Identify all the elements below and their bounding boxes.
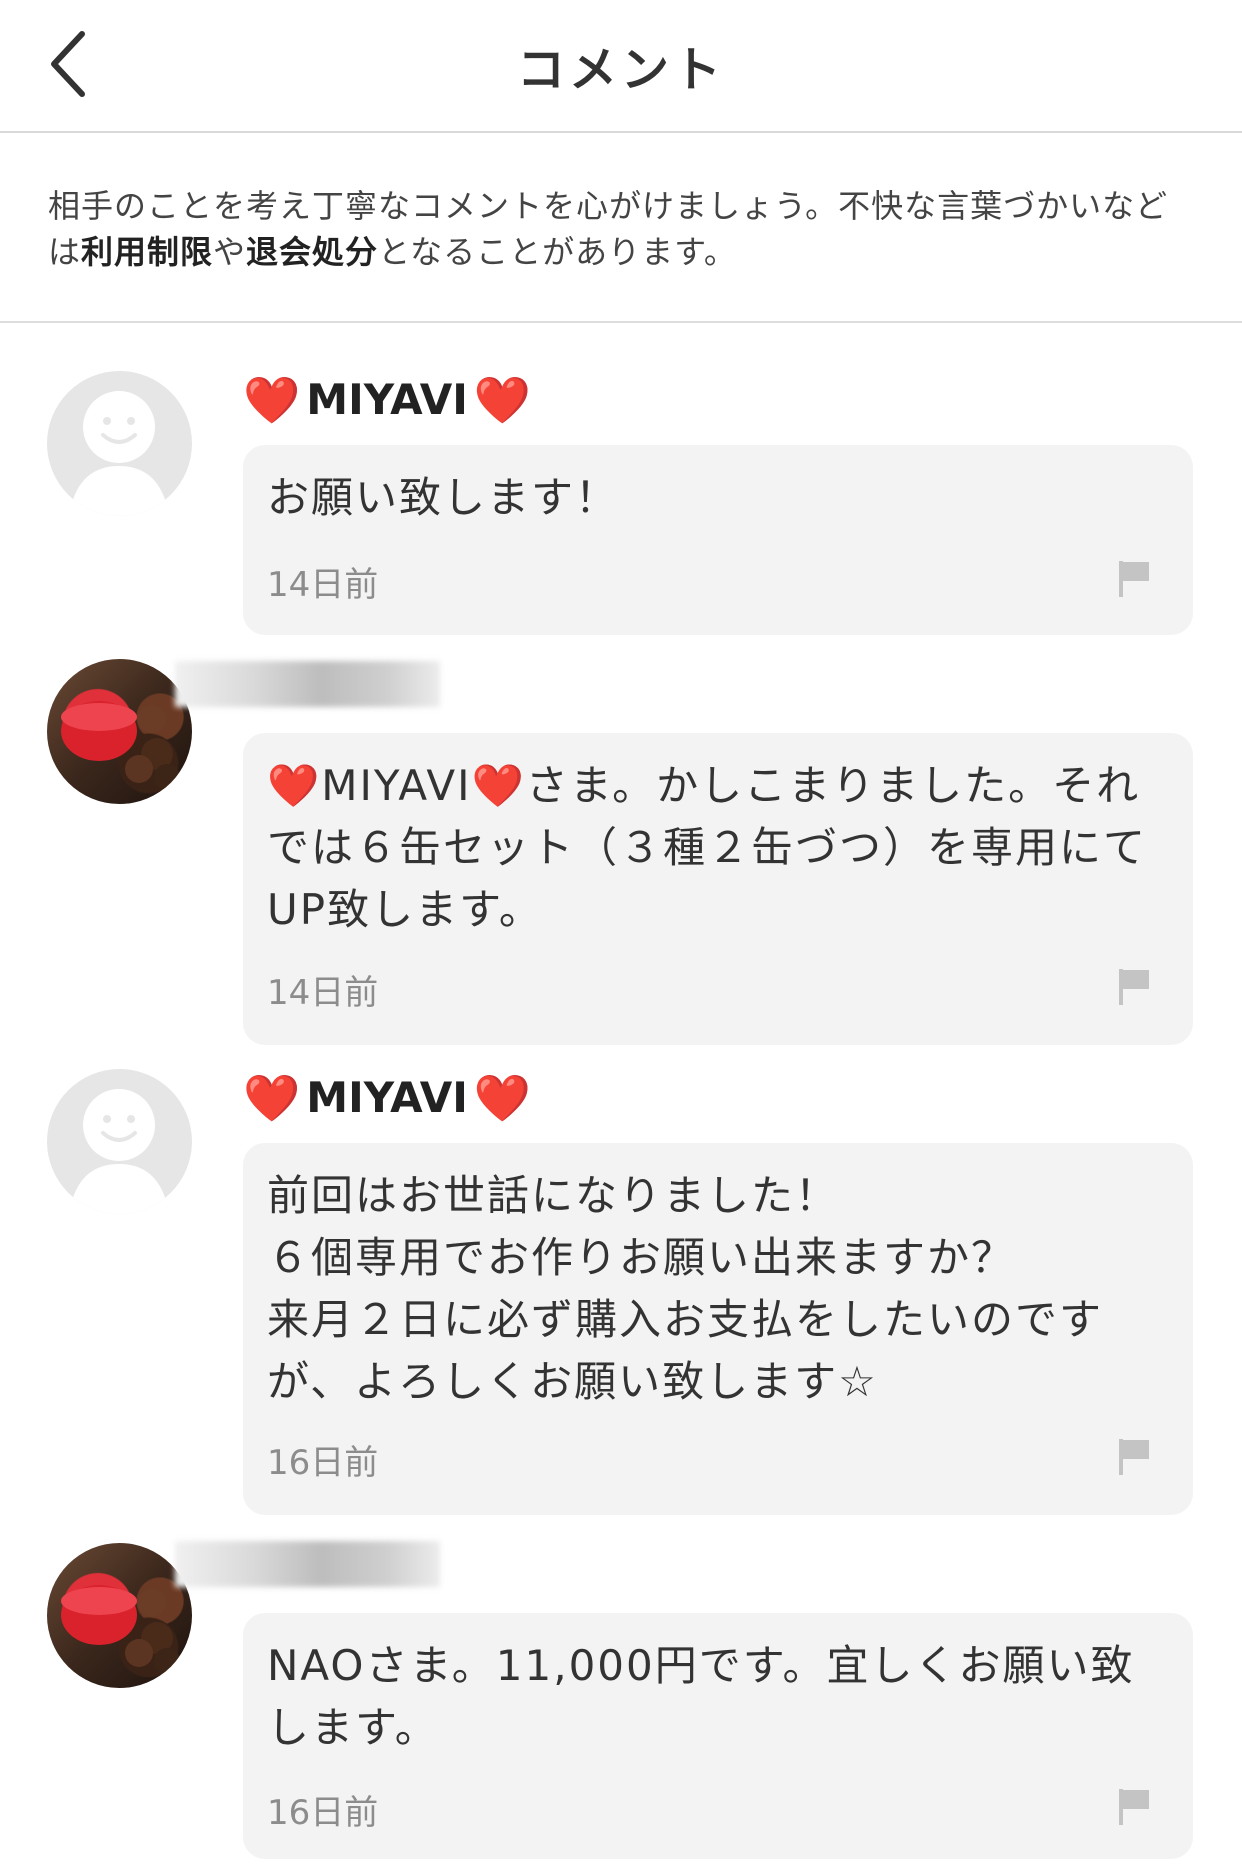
notice-banner: 相手のことを考え丁寧なコメントを心がけましょう。不快な言葉づかいなどは利用制限や… bbox=[0, 133, 1242, 323]
avatar[interactable] bbox=[47, 659, 192, 804]
comment-screen: コメント 相手のことを考え丁寧なコメントを心がけましょう。不快な言葉づかいなどは… bbox=[0, 0, 1242, 1871]
notice-text-part2: や bbox=[213, 233, 247, 271]
flag-icon bbox=[1119, 1789, 1149, 1825]
header-bar: コメント bbox=[0, 0, 1242, 133]
heart-icon: ❤️ bbox=[243, 372, 301, 427]
cake-photo bbox=[61, 1585, 180, 1674]
comment-list: ❤️ MIYAVI ❤️ お願い致します！ 14日前 ❤️MIYAVI❤️さま。… bbox=[0, 323, 1242, 1871]
report-flag-button[interactable] bbox=[1117, 967, 1153, 1007]
heart-icon: ❤️ bbox=[243, 1070, 301, 1125]
comment-text: ❤️MIYAVI❤️さま。かしこまりました。それでは６缶セット（３種２缶づつ）を… bbox=[267, 761, 1148, 934]
comment-bubble: 前回はお世話になりました！ ６個専用でお作りお願い出来ますか？ 来月２日に必ず購… bbox=[243, 1143, 1193, 1515]
default-user-icon bbox=[69, 391, 169, 516]
avatar[interactable] bbox=[47, 1543, 192, 1688]
comment-username[interactable]: ❤️ MIYAVI ❤️ bbox=[243, 1073, 531, 1122]
comment-time: 16日前 bbox=[267, 1443, 379, 1483]
default-user-icon bbox=[69, 1089, 169, 1214]
comment-bubble: ❤️MIYAVI❤️さま。かしこまりました。それでは６缶セット（３種２缶づつ）を… bbox=[243, 733, 1193, 1045]
notice-text: 相手のことを考え丁寧なコメントを心がけましょう。不快な言葉づかいなどは利用制限や… bbox=[48, 183, 1198, 275]
flag-icon bbox=[1119, 561, 1149, 597]
blurred-username bbox=[175, 1541, 440, 1587]
page-title: コメント bbox=[516, 42, 725, 98]
blurred-username bbox=[175, 661, 440, 707]
heart-icon: ❤️ bbox=[473, 1070, 532, 1125]
notice-text-part3: となることがあります。 bbox=[378, 233, 737, 271]
comment-time: 16日前 bbox=[267, 1793, 379, 1833]
report-flag-button[interactable] bbox=[1117, 559, 1153, 599]
cake-photo bbox=[61, 701, 180, 790]
report-flag-button[interactable] bbox=[1117, 1437, 1153, 1477]
comment-time: 14日前 bbox=[267, 973, 379, 1013]
comment-bubble: NAOさま。11,000円です。宜しくお願い致します。 16日前 bbox=[243, 1613, 1193, 1859]
avatar[interactable] bbox=[47, 1069, 192, 1214]
comment-username[interactable]: ❤️ MIYAVI ❤️ bbox=[243, 375, 531, 424]
comment-bubble: お願い致します！ 14日前 bbox=[243, 445, 1193, 635]
username-text: MIYAVI bbox=[306, 375, 468, 424]
username-text: MIYAVI bbox=[306, 1073, 468, 1122]
heart-icon: ❤️ bbox=[473, 372, 532, 427]
report-flag-button[interactable] bbox=[1117, 1787, 1153, 1827]
flag-icon bbox=[1119, 969, 1149, 1005]
comment-text: お願い致します！ bbox=[267, 473, 620, 522]
avatar[interactable] bbox=[47, 371, 192, 516]
comment-time: 14日前 bbox=[267, 565, 379, 605]
notice-bold-usage-limit: 利用制限 bbox=[81, 233, 214, 271]
comment-text: 前回はお世話になりました！ ６個専用でお作りお願い出来ますか？ 来月２日に必ず購… bbox=[267, 1171, 1104, 1406]
comment-text: NAOさま。11,000円です。宜しくお願い致します。 bbox=[267, 1641, 1135, 1752]
flag-icon bbox=[1119, 1439, 1149, 1475]
notice-bold-withdrawal: 退会処分 bbox=[246, 233, 379, 271]
